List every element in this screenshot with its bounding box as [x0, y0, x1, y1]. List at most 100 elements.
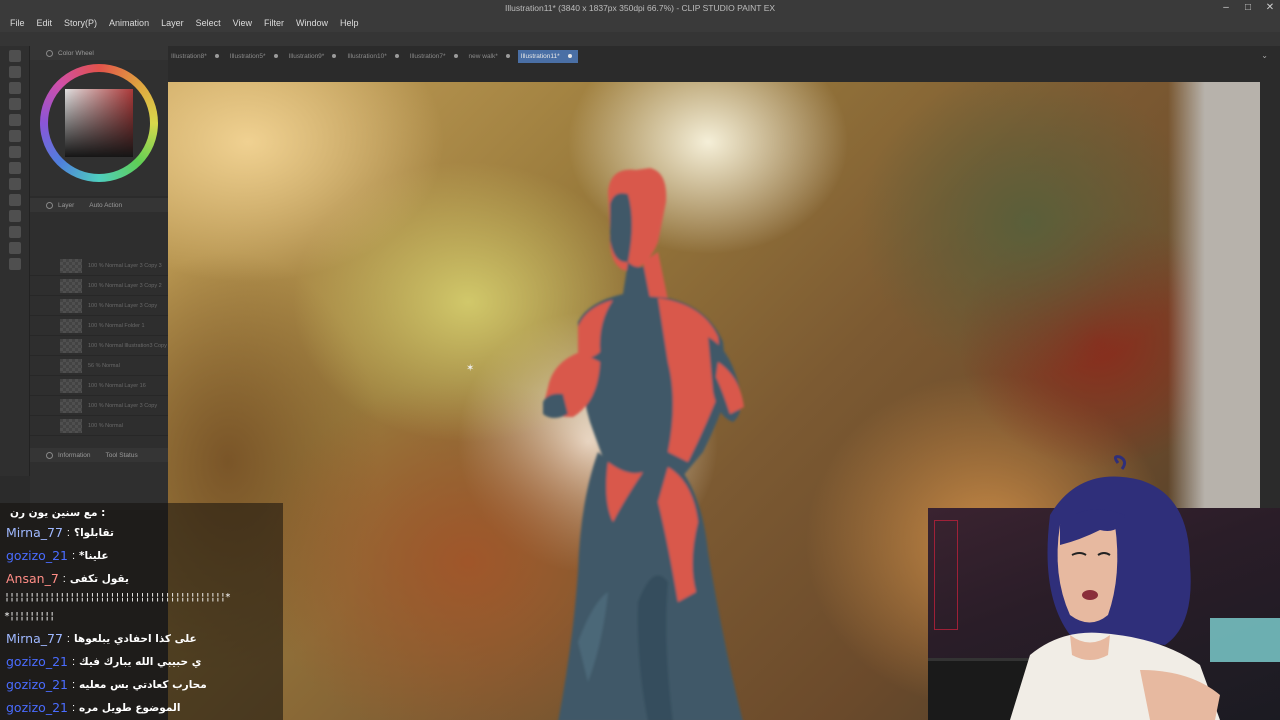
tab-label: new walk* — [468, 52, 498, 60]
brush-tool-icon[interactable] — [9, 146, 21, 158]
command-bar — [0, 32, 1280, 46]
menu-window[interactable]: Window — [290, 16, 334, 32]
close-dot-icon[interactable] — [273, 54, 278, 58]
chat-username: gozizo_21 — [6, 700, 68, 715]
layer-row[interactable]: 100 % Normal Layer 16 — [30, 376, 168, 396]
chat-message: gozizo_21 : ي حبيبي الله يبارك فيك — [0, 650, 283, 673]
chat-spam-line: ¦¦¦¦¦¦¦¦¦¦¦¦¦¦¦¦¦¦¦¦¦¦¦¦¦¦¦¦¦¦¦¦¦¦¦¦¦¦¦¦… — [4, 592, 231, 603]
layer-row[interactable]: 100 % Normal Layer 3 Copy 3 — [30, 256, 168, 276]
tab-label: Illustration11* — [520, 52, 560, 60]
document-tabs: Illustration8* Illustration5* Illustrati… — [168, 49, 580, 63]
chat-separator: : — [71, 678, 76, 691]
close-dot-icon[interactable] — [332, 54, 337, 58]
menu-help[interactable]: Help — [334, 16, 365, 32]
tab-illustration7[interactable]: Illustration7* — [407, 50, 464, 63]
chat-message: gozizo_21 : *علينا — [0, 544, 283, 567]
close-icon[interactable]: ✕ — [1264, 2, 1276, 13]
minimize-icon[interactable]: – — [1220, 2, 1232, 13]
panel-tab-tool-status[interactable]: Tool Status — [106, 452, 138, 459]
chat-separator: : — [66, 526, 70, 539]
chat-username: Mirna_77 — [6, 525, 63, 540]
layer-name: 100 % Normal — [88, 422, 123, 429]
chat-separator: : — [71, 549, 76, 562]
layer-thumbnail — [60, 398, 82, 413]
chat-username: gozizo_21 — [6, 654, 68, 669]
color-wheel-header: Color Wheel — [30, 46, 168, 60]
chat-username: gozizo_21 — [6, 548, 68, 563]
hue-ring[interactable] — [40, 64, 158, 182]
chat-username: Ansan_7 — [6, 571, 59, 586]
menu-select[interactable]: Select — [190, 16, 227, 32]
panel-title[interactable]: Information — [58, 452, 91, 459]
information-header: Information Tool Status — [30, 448, 168, 462]
close-dot-icon[interactable] — [567, 54, 572, 58]
window-controls: – □ ✕ — [1220, 2, 1276, 13]
chat-message: gozizo_21 : محارب كعادتي بس معليه — [0, 673, 283, 696]
layer-row[interactable]: 56 % Normal — [30, 356, 168, 376]
info-icon — [46, 451, 53, 459]
chat-text: الموضوع طويل مره — [79, 701, 181, 714]
chat-text: تقابلوا؟ — [73, 526, 114, 539]
chat-text: *علينا — [79, 549, 109, 562]
layer-list: 100 % Normal Layer 3 Copy 3 100 % Normal… — [30, 256, 168, 436]
chevron-down-icon[interactable]: ⌄ — [1261, 51, 1268, 60]
chat-separator: : — [71, 655, 76, 668]
menu-edit[interactable]: Edit — [31, 16, 59, 32]
saturation-value-square[interactable] — [65, 89, 133, 157]
main-menu: File Edit Story(P) Animation Layer Selec… — [4, 16, 365, 32]
figure-tool-icon[interactable] — [9, 210, 21, 222]
eyedropper-tool-icon[interactable] — [9, 130, 21, 142]
fill-tool-icon[interactable] — [9, 178, 21, 190]
text-tool-icon[interactable] — [9, 226, 21, 238]
tab-illustration9[interactable]: Illustration9* — [286, 50, 343, 63]
chat-separator: : — [66, 632, 70, 645]
menu-layer[interactable]: Layer — [155, 16, 190, 32]
panel-tab-auto-action[interactable]: Auto Action — [89, 202, 122, 209]
blend-tool-icon[interactable] — [9, 258, 21, 270]
layer-thumbnail — [60, 418, 82, 433]
menu-filter[interactable]: Filter — [258, 16, 290, 32]
selection-tool-icon[interactable] — [9, 114, 21, 126]
neon-sign — [934, 520, 958, 630]
layer-name: 100 % Normal Layer 3 Copy — [88, 302, 158, 309]
chat-text: على كذا احفادي يبلعوها — [73, 632, 197, 645]
hand-tool-icon[interactable] — [9, 82, 21, 94]
panel-title[interactable]: Layer — [58, 202, 74, 209]
tab-illustration10[interactable]: Illustration10* — [344, 50, 404, 63]
layer-row[interactable]: 100 % Normal Layer 3 Copy — [30, 396, 168, 416]
close-dot-icon[interactable] — [453, 54, 458, 58]
menu-story[interactable]: Story(P) — [58, 16, 103, 32]
layer-row[interactable]: 100 % Normal Layer 3 Copy 2 — [30, 276, 168, 296]
tab-illustration11[interactable]: Illustration11* — [517, 49, 578, 63]
layer-name: 56 % Normal — [88, 362, 120, 369]
pen-tool-icon[interactable] — [9, 50, 21, 62]
eraser-tool-icon[interactable] — [9, 162, 21, 174]
maximize-icon[interactable]: □ — [1242, 2, 1254, 13]
close-dot-icon[interactable] — [505, 54, 510, 58]
color-wheel-icon — [46, 49, 53, 57]
chat-text: ي حبيبي الله يبارك فيك — [79, 655, 202, 668]
tab-new-walk[interactable]: new walk* — [466, 50, 516, 63]
hand-cursor-icon: ✶ — [466, 363, 475, 374]
chat-separator: : — [62, 572, 66, 585]
ruler-tool-icon[interactable] — [9, 242, 21, 254]
close-dot-icon[interactable] — [394, 54, 399, 58]
avatar-arm — [1140, 670, 1220, 720]
gradient-tool-icon[interactable] — [9, 194, 21, 206]
tab-label: Illustration8* — [171, 52, 207, 60]
chat-username: Mirna_77 — [6, 631, 63, 646]
chat-username: gozizo_21 — [6, 677, 68, 692]
layer-row[interactable]: 100 % Normal Layer 3 Copy — [30, 296, 168, 316]
tab-illustration8[interactable]: Illustration8* — [168, 50, 225, 63]
layer-row[interactable]: 100 % Normal Illustration3 Copy — [30, 336, 168, 356]
close-dot-icon[interactable] — [214, 54, 219, 58]
chat-message: Mirna_77 : على كذا احفادي يبلعوها — [0, 627, 283, 650]
zoom-tool-icon[interactable] — [9, 66, 21, 78]
layer-row[interactable]: 100 % Normal Folder 1 — [30, 316, 168, 336]
menu-animation[interactable]: Animation — [103, 16, 155, 32]
tab-illustration5[interactable]: Illustration5* — [227, 50, 284, 63]
layer-row[interactable]: 100 % Normal — [30, 416, 168, 436]
move-tool-icon[interactable] — [9, 98, 21, 110]
menu-view[interactable]: View — [227, 16, 258, 32]
menu-file[interactable]: File — [4, 16, 31, 32]
